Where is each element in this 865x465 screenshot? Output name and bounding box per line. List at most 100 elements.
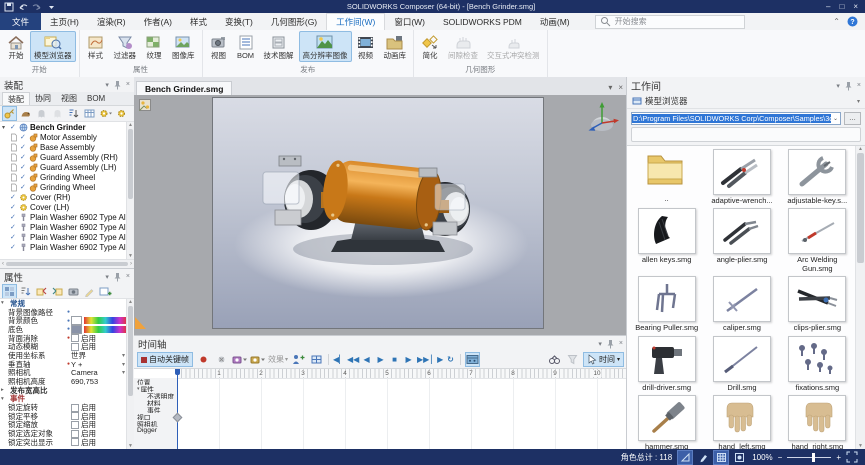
- checkbox-checked-icon[interactable]: ✓: [20, 143, 27, 151]
- collapse-ribbon-icon[interactable]: ⌃: [833, 17, 840, 26]
- timeline-track-属性[interactable]: ▾ 属性: [134, 385, 177, 393]
- zoom-out-icon[interactable]: −: [778, 453, 783, 462]
- snapshot-button[interactable]: [66, 284, 81, 299]
- property-value[interactable]: [71, 316, 127, 326]
- file-thumbnail[interactable]: [712, 276, 771, 323]
- set-key-button[interactable]: [196, 352, 211, 367]
- help-icon[interactable]: ?: [847, 16, 858, 27]
- orientation-triad-icon[interactable]: [587, 101, 619, 135]
- scroll-up-icon[interactable]: ▲: [128, 299, 133, 305]
- assembly-tab-协同[interactable]: 协同: [30, 92, 56, 105]
- filter-keys-button[interactable]: [565, 352, 580, 367]
- selection-filter-button[interactable]: [18, 106, 33, 121]
- checkbox-checked-icon[interactable]: ✓: [20, 163, 27, 171]
- close-button[interactable]: ×: [853, 2, 858, 11]
- file-thumbnail[interactable]: [639, 149, 695, 193]
- checkbox-checked-icon[interactable]: ✓: [10, 123, 17, 131]
- checkbox-icon[interactable]: [71, 438, 79, 447]
- chevron-down-icon[interactable]: ▾: [598, 340, 602, 348]
- BOM-button[interactable]: BOM: [233, 31, 259, 62]
- palette-key-button[interactable]: [250, 352, 265, 367]
- table-button[interactable]: [82, 106, 97, 121]
- expander-icon[interactable]: ▾: [137, 386, 140, 392]
- property-row[interactable]: 锁定突出显示 启用: [0, 438, 127, 447]
- sort-button[interactable]: [66, 106, 81, 121]
- qat-menu-icon[interactable]: [46, 2, 56, 12]
- timeline-track-不透明度[interactable]: 不透明度: [134, 392, 177, 400]
- checkbox-checked-icon[interactable]: ✓: [20, 153, 27, 161]
- scroll-left-icon[interactable]: ‹: [2, 261, 4, 267]
- file-thumbnail[interactable]: [788, 208, 847, 255]
- 动画库-button[interactable]: 动画库: [380, 31, 411, 62]
- file-item[interactable]: allen keys.smg: [630, 208, 703, 273]
- minimize-button[interactable]: –: [826, 2, 830, 11]
- gear-button[interactable]: [114, 106, 129, 121]
- file-item[interactable]: Bearing Puller.smg: [630, 276, 703, 332]
- last-button[interactable]: ▏▶: [431, 355, 443, 364]
- timeline-playhead[interactable]: [177, 369, 178, 449]
- 3d-viewport[interactable]: [212, 97, 544, 329]
- properties-vscrollbar[interactable]: ▲ ▼: [126, 299, 134, 449]
- search-box[interactable]: 开始搜索: [594, 14, 745, 29]
- document-tab[interactable]: Bench Grinder.smg: [136, 81, 233, 95]
- file-item[interactable]: Drill.smg: [705, 335, 778, 392]
- checkbox-checked-icon[interactable]: ✓: [10, 213, 17, 221]
- timeline-track-事件[interactable]: 事件: [134, 406, 177, 414]
- tree-item[interactable]: ✓ Grinding Wheel: [0, 182, 127, 192]
- file-item[interactable]: fixations.smg: [781, 335, 854, 392]
- section-expander-icon[interactable]: ▸: [0, 387, 8, 393]
- effects-button[interactable]: 效果 ▾: [268, 354, 288, 365]
- 模型浏览器-button[interactable]: 模型浏览器: [30, 31, 76, 62]
- file-thumbnail[interactable]: [637, 394, 696, 441]
- copy-forward-button[interactable]: [50, 284, 65, 299]
- scroll-up-icon[interactable]: ▲: [128, 122, 133, 128]
- delete-key-button[interactable]: [214, 352, 229, 367]
- color-gradient-bar[interactable]: [84, 317, 127, 325]
- save-icon[interactable]: [4, 2, 14, 12]
- first-button[interactable]: ◀▏: [333, 355, 345, 364]
- sort-az-button[interactable]: [18, 284, 33, 299]
- ghost-show-button[interactable]: [34, 106, 49, 121]
- film-keys-button[interactable]: [465, 352, 481, 367]
- file-item[interactable]: adaptive-wrench...: [705, 149, 778, 205]
- redo-icon[interactable]: [32, 2, 42, 12]
- file-item[interactable]: hand_right.smg: [781, 394, 854, 449]
- rewind-button[interactable]: ◀◀: [347, 355, 359, 364]
- zoom-slider[interactable]: [787, 452, 832, 462]
- pin-icon[interactable]: [113, 272, 122, 282]
- expander-icon[interactable]: ▾: [2, 124, 8, 131]
- tree-item[interactable]: ✓ Guard Assembly (LH): [0, 162, 127, 172]
- tree-item[interactable]: ✓ Plain Washer 6902 Type Al: [0, 242, 127, 252]
- timeline-track-照相机[interactable]: 照相机: [134, 420, 177, 428]
- file-item[interactable]: angle-plier.smg: [705, 208, 778, 273]
- chevron-down-icon[interactable]: ▾: [105, 81, 109, 89]
- close-icon[interactable]: ×: [126, 81, 130, 88]
- edit-button[interactable]: [82, 284, 97, 299]
- step-back-button[interactable]: ◀: [361, 355, 372, 364]
- tab-变换(T)[interactable]: 变换(T): [216, 13, 262, 30]
- section-expander-icon[interactable]: ▾: [0, 300, 8, 306]
- file-thumbnail[interactable]: [788, 335, 847, 382]
- file-thumbnail[interactable]: [637, 208, 696, 255]
- scroll-right-icon[interactable]: ›: [130, 261, 132, 267]
- checkbox-checked-icon[interactable]: ✓: [10, 203, 17, 211]
- file-thumbnail[interactable]: [712, 394, 771, 441]
- add-view-button[interactable]: [98, 284, 113, 299]
- tree-item[interactable]: ✓ Plain Washer 6902 Type Al: [0, 232, 127, 242]
- file-item[interactable]: clips-plier.smg: [781, 276, 854, 332]
- file-browser-vscrollbar[interactable]: ▲ ▼: [855, 146, 865, 449]
- 高分辨率图像-button[interactable]: 高分辨率图像: [298, 31, 352, 62]
- timeline-key-grid[interactable]: [177, 378, 627, 449]
- tree-item[interactable]: ✓ Cover (LH): [0, 202, 127, 212]
- zoom-in-icon[interactable]: +: [836, 453, 841, 462]
- file-thumbnail[interactable]: [712, 335, 771, 382]
- copy-back-button[interactable]: [34, 284, 49, 299]
- file-thumbnail[interactable]: [637, 276, 696, 323]
- property-value[interactable]: Y + ▾: [71, 360, 127, 369]
- 开始-button[interactable]: 开始: [3, 31, 29, 62]
- chevron-down-icon[interactable]: ▾: [836, 82, 840, 90]
- file-item[interactable]: hammer.smg: [630, 394, 703, 449]
- tab-窗口(W)[interactable]: 窗口(W): [385, 13, 434, 30]
- tree-item[interactable]: ✓ Grinding Wheel: [0, 172, 127, 182]
- assembly-tree-vscrollbar[interactable]: ▲ ▼: [126, 122, 134, 259]
